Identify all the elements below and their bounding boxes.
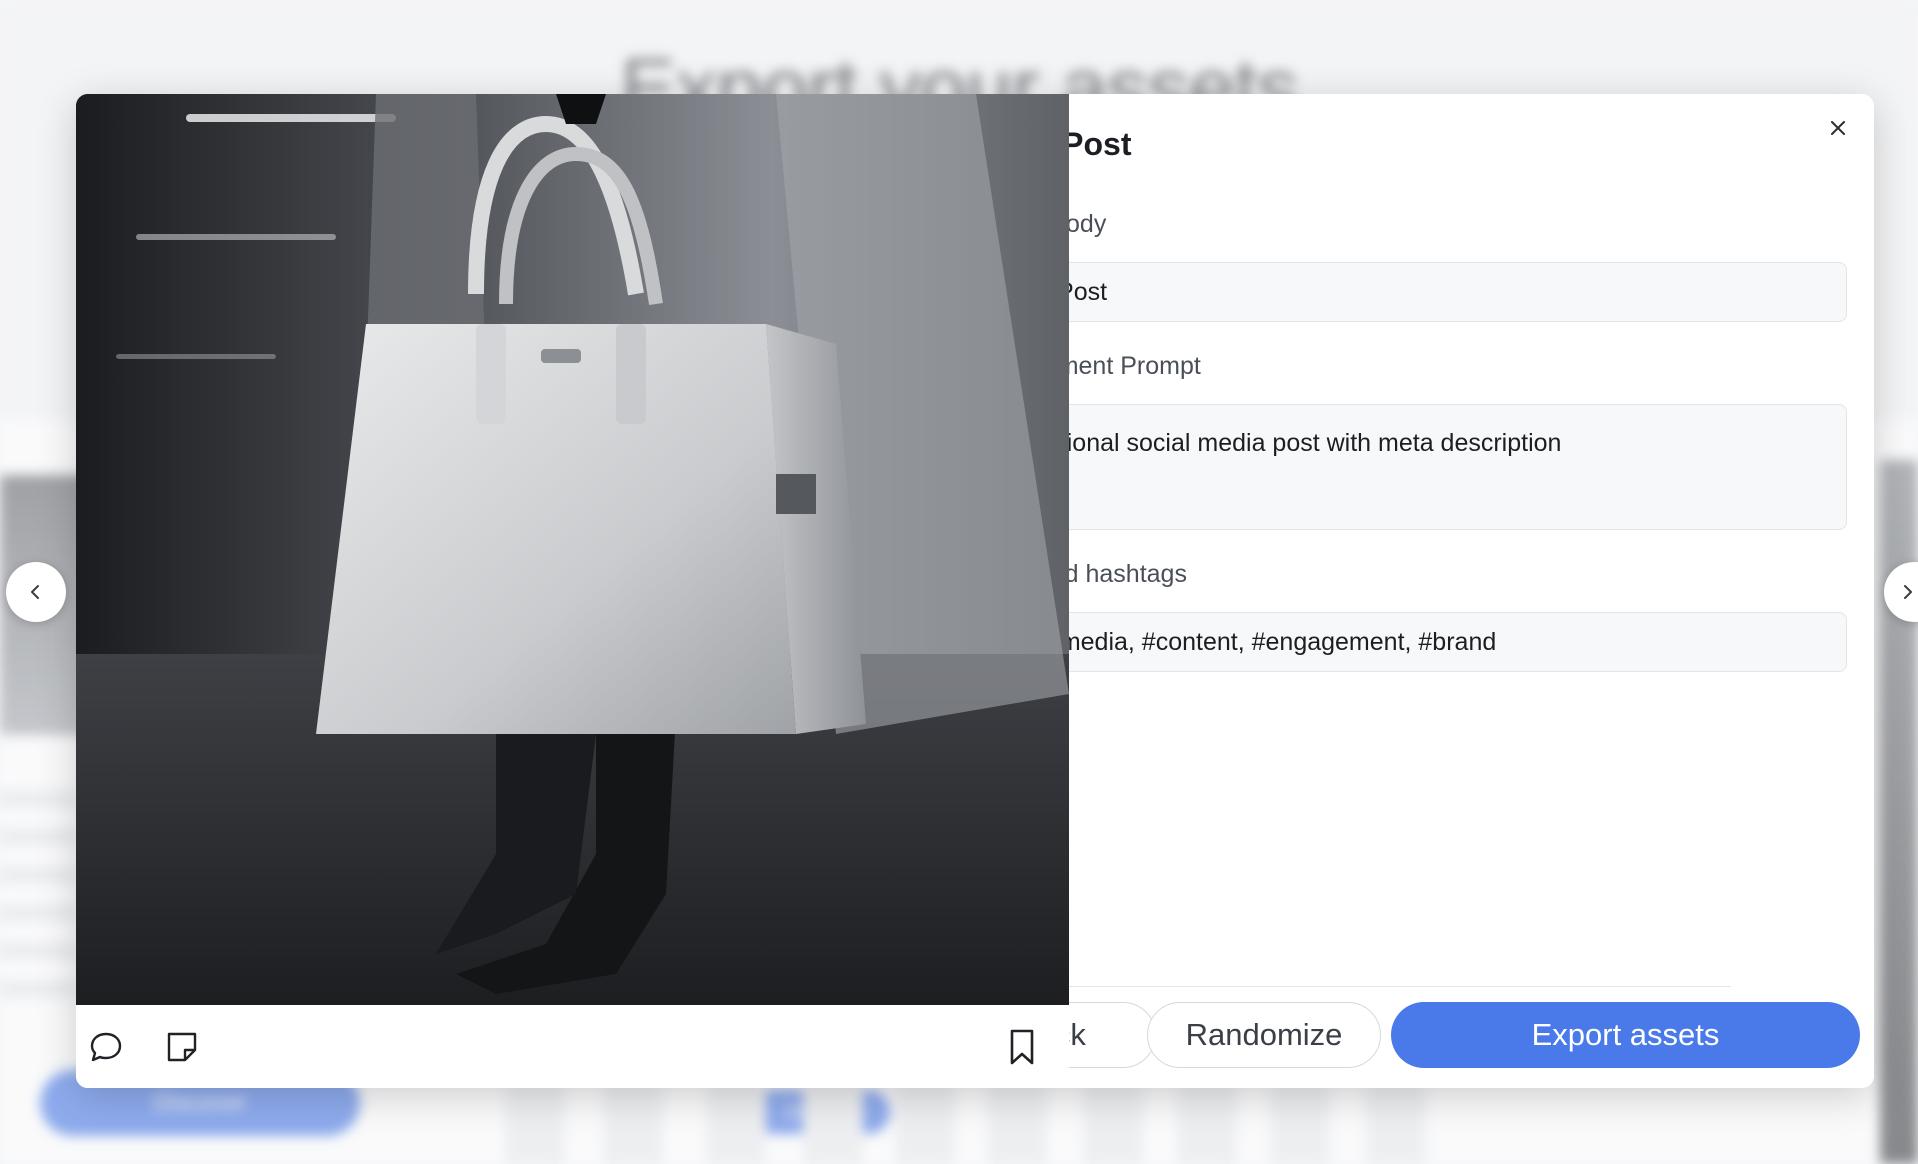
bookmark-button[interactable]: [998, 1023, 1046, 1071]
hashtags-field[interactable]: #socialmedia, #content, #engagement, #br…: [959, 612, 1847, 672]
background-thumbnail: [1177, 1080, 1237, 1164]
handbag-image: [76, 94, 1069, 1005]
background-thumbnail: [1366, 1080, 1426, 1164]
comment-button[interactable]: [82, 1023, 130, 1071]
background-thumbnail: [505, 1080, 565, 1164]
background-thumbnail: [706, 1080, 766, 1164]
background-thumbnail: [1083, 1080, 1143, 1164]
media-preview: [76, 94, 1069, 1088]
background-thumbnail: [895, 1080, 955, 1164]
background-thumbnail: [987, 1080, 1047, 1164]
background-thumbnail: [803, 1080, 863, 1164]
close-button[interactable]: [1816, 106, 1860, 150]
note-button[interactable]: [158, 1023, 206, 1071]
bookmark-icon: [1010, 1029, 1034, 1065]
previous-arrow-button[interactable]: [6, 562, 66, 622]
background-thumbnail: [1270, 1080, 1330, 1164]
post-details-panel: Social Post Caption body Social Post Enh…: [959, 94, 1874, 1088]
asset-preview-modal: Social Post Caption body Social Post Enh…: [76, 94, 1874, 1088]
enhancement-prompt-field[interactable]: Professional social media post with meta…: [959, 404, 1847, 530]
media-toolbar: [76, 1005, 1069, 1088]
caption-body-field[interactable]: Social Post: [959, 262, 1847, 322]
chevron-left-icon: [31, 585, 39, 599]
product-photo: [76, 94, 1069, 1005]
background-text-lines: [0, 790, 80, 1018]
sticky-note-icon: [167, 1032, 197, 1062]
close-icon: [1831, 121, 1845, 135]
comment-icon: [90, 1032, 122, 1062]
chevron-right-icon: [1904, 585, 1912, 599]
background-thumbnail: [603, 1080, 663, 1164]
